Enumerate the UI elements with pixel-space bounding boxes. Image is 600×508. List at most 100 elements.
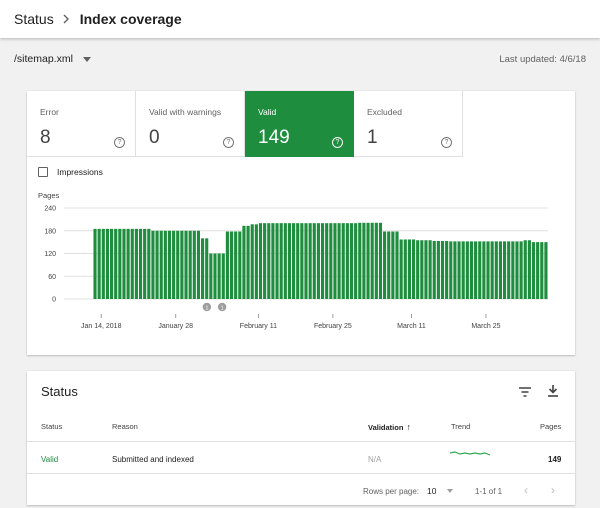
y-tick-label: 180 (44, 228, 56, 235)
chart-bar (469, 241, 474, 299)
help-icon[interactable]: ? (114, 137, 125, 148)
chart-bar (122, 228, 126, 299)
chart-bar (188, 230, 192, 299)
chart-bar (341, 223, 345, 299)
chart-bar (263, 223, 267, 299)
tile-label: Excluded (367, 107, 402, 117)
chart-bar (362, 222, 366, 299)
chart-bar (238, 231, 242, 299)
chart-bar (308, 223, 312, 299)
chart-bar (300, 223, 304, 299)
chart-bar (283, 223, 287, 299)
filter-icon[interactable] (519, 384, 531, 402)
chart-bar (395, 231, 399, 299)
chart-bar (445, 240, 449, 299)
status-table-card: Status Status Reason Validation ↑ Trend P… (27, 371, 575, 505)
tile-error[interactable]: Error 8 ? (27, 91, 136, 157)
chart-bar (242, 225, 246, 299)
x-tick-label: February 25 (314, 323, 352, 330)
tile-valid[interactable]: Valid 149 ? (245, 91, 354, 157)
column-header-trend[interactable]: Trend (451, 422, 470, 431)
rows-per-page-value: 10 (427, 486, 437, 496)
chart-bar (105, 228, 110, 299)
column-header-status[interactable]: Status (41, 422, 62, 431)
help-icon[interactable]: ? (332, 137, 343, 148)
next-page-button[interactable]: › (551, 483, 555, 497)
help-icon[interactable]: ? (223, 137, 234, 148)
sort-arrow-icon: ↑ (406, 422, 411, 432)
chart-bar (196, 230, 201, 299)
chart-bar (258, 223, 263, 299)
breadcrumb-status[interactable]: Status (14, 11, 54, 27)
chart-bar (126, 228, 130, 299)
chart-bar (370, 222, 374, 299)
rows-per-page-select[interactable]: 10 (427, 486, 454, 496)
row-validation: N/A (368, 455, 382, 464)
chart-bar (110, 228, 114, 299)
chart-bar (163, 230, 167, 299)
chart-bar (486, 241, 490, 299)
last-updated-text: Last updated: 4/6/18 (499, 53, 586, 65)
chart-bar (320, 223, 325, 299)
sitemap-dropdown[interactable]: /sitemap.xml (14, 53, 91, 65)
chart-bar (234, 231, 238, 299)
chart-bar (349, 223, 354, 299)
chart-bar (316, 223, 320, 299)
chart-bar (225, 231, 229, 299)
chart-bar (134, 228, 138, 299)
chart-bar (440, 240, 445, 299)
tile-excluded[interactable]: Excluded 1 ? (354, 91, 463, 157)
divider (27, 473, 575, 474)
row-pages: 149 (548, 455, 562, 464)
chart-bar (118, 228, 122, 299)
chart-bar (474, 241, 478, 299)
chart-bar (345, 223, 349, 299)
caret-down-icon (82, 56, 91, 62)
coverage-tiles: Error 8 ? Valid with warnings 0 ? Valid … (27, 91, 463, 157)
chart-bar (502, 241, 507, 299)
chart-bar (411, 239, 416, 299)
x-tick-label: January 28 (158, 323, 193, 330)
pagination-range: 1-1 of 1 (475, 487, 503, 496)
tile-valid-with-warnings[interactable]: Valid with warnings 0 ? (136, 91, 245, 157)
chart-bar (325, 223, 329, 299)
column-header-reason[interactable]: Reason (112, 422, 138, 431)
chart-bar (527, 240, 531, 299)
coverage-card: Error 8 ? Valid with warnings 0 ? Valid … (27, 91, 575, 355)
caret-down-icon (447, 489, 454, 493)
chart-bar (209, 253, 213, 299)
chart-bar (407, 239, 411, 299)
download-icon[interactable] (548, 384, 558, 402)
chart-bar (159, 230, 163, 299)
column-header-pages[interactable]: Pages (540, 422, 561, 431)
chart-bar (101, 228, 105, 299)
chart-bar (155, 230, 159, 299)
row-status: Valid (41, 455, 59, 464)
chart-bar (147, 228, 151, 299)
y-axis-title: Pages (38, 191, 60, 200)
chart-bar (329, 223, 333, 299)
tile-value: 0 (149, 127, 160, 148)
annotation-label: 1 (205, 305, 208, 311)
x-tick-label: March 11 (397, 323, 426, 330)
impressions-checkbox[interactable] (38, 167, 48, 177)
chart-bar (378, 222, 383, 299)
chart-bar (180, 230, 184, 299)
chart-bar (337, 223, 341, 299)
status-table-title: Status (41, 384, 78, 399)
column-header-validation[interactable]: Validation ↑ (368, 422, 411, 432)
prev-page-button[interactable]: ‹ (524, 483, 528, 497)
chart-bar (275, 223, 279, 299)
sitemap-dropdown-value: /sitemap.xml (14, 53, 73, 65)
impressions-label: Impressions (57, 167, 103, 177)
help-icon[interactable]: ? (441, 137, 452, 148)
chart-bar (138, 228, 143, 299)
chart-bar (515, 241, 519, 299)
chart-bar (403, 239, 407, 299)
chart-bar (519, 241, 523, 299)
impressions-toggle[interactable]: Impressions (38, 167, 103, 177)
y-tick-label: 120 (44, 251, 56, 258)
chart-bar (449, 241, 453, 299)
chart-bar (279, 223, 283, 299)
chart-bar (167, 230, 172, 299)
